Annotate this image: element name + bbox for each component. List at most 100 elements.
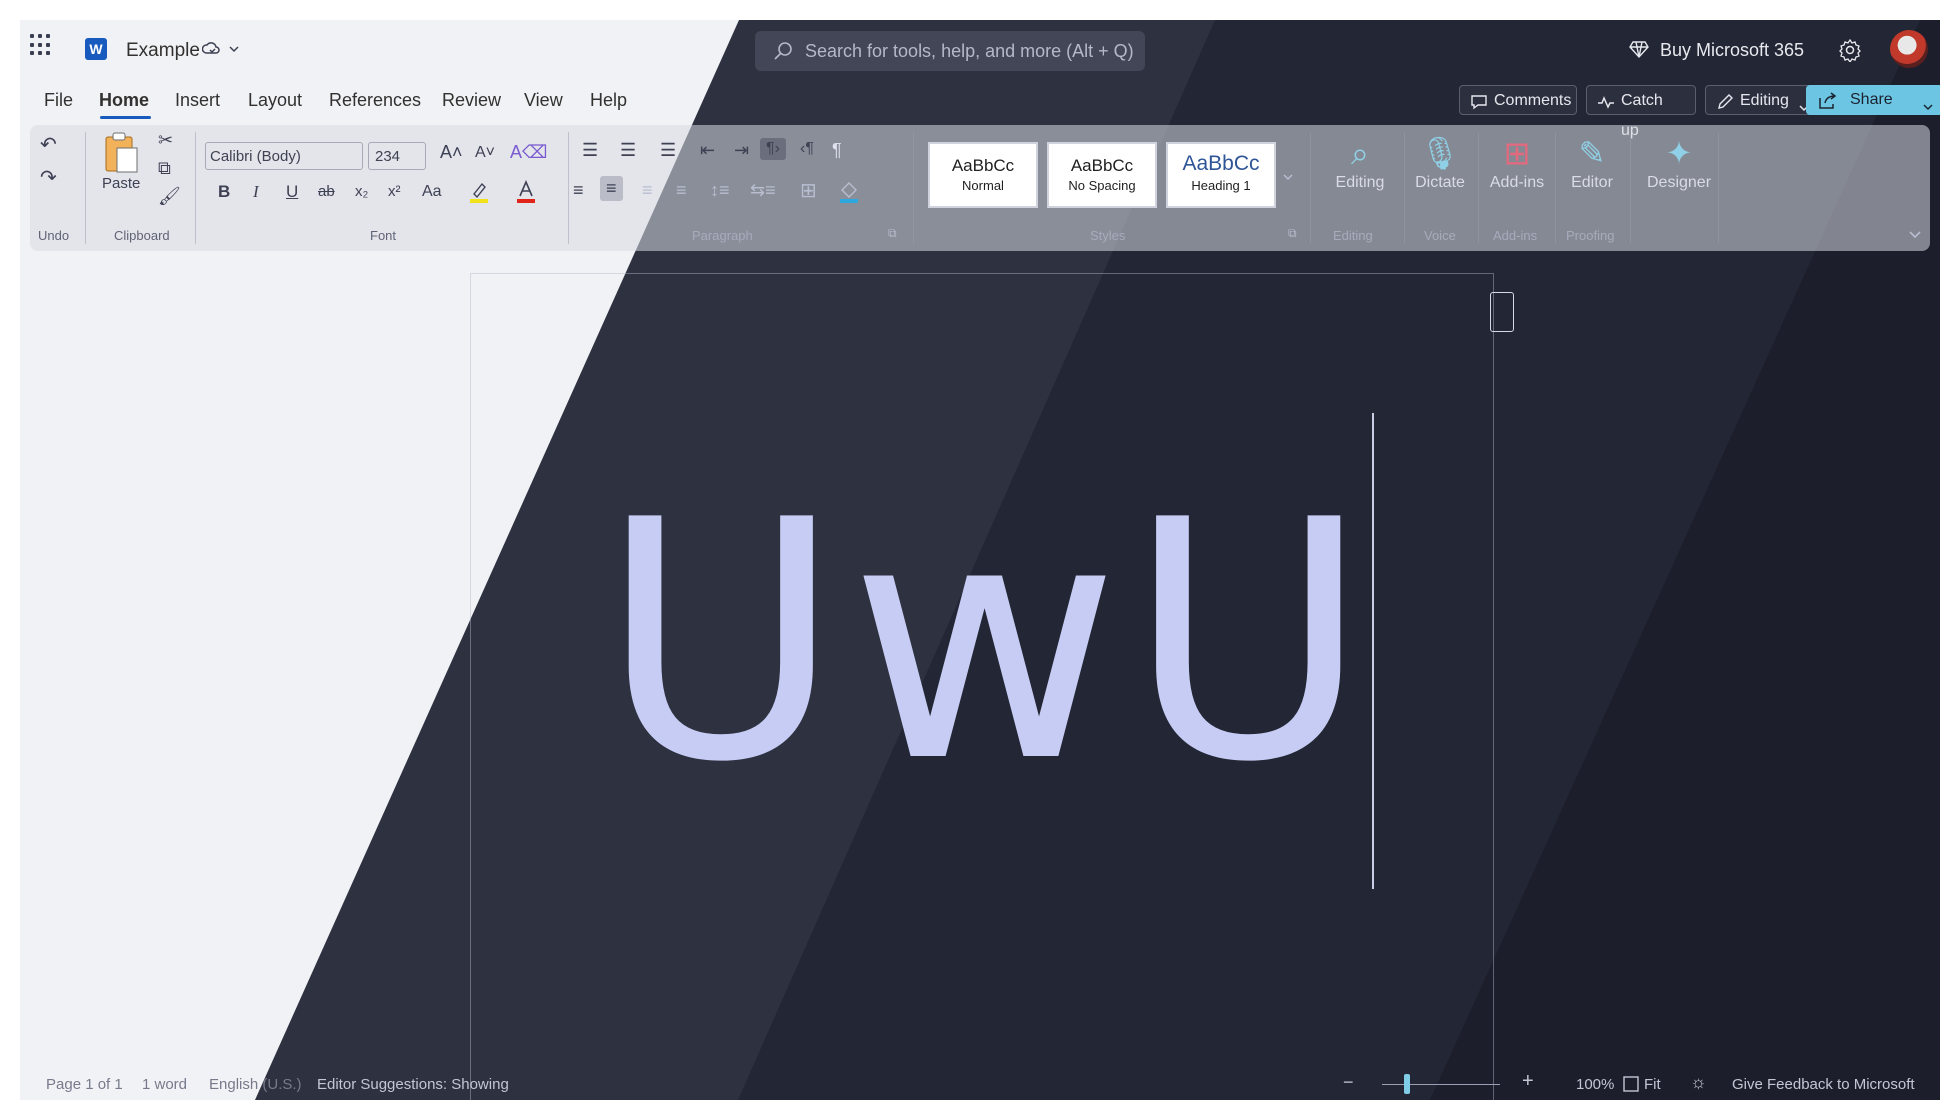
dictate-button[interactable]: 🎙 Dictate <box>1400 132 1480 192</box>
format-painter-icon[interactable]: 🖌 <box>158 186 181 207</box>
language-status[interactable]: English (U.S.) <box>209 1076 302 1093</box>
paragraph-spacing-icon[interactable]: ⇆≡ <box>750 180 776 201</box>
tab-references[interactable]: References <box>329 90 421 111</box>
font-group-label: Font <box>370 228 397 243</box>
editing-button[interactable]: ⌕ Editing <box>1320 132 1400 192</box>
styles-dialog-launcher-icon[interactable]: ⧉ <box>1288 226 1297 241</box>
copy-icon[interactable]: ⧉ <box>158 158 171 179</box>
font-color-icon[interactable] <box>515 179 537 209</box>
undo-group-label: Undo <box>38 228 70 243</box>
paste-label[interactable]: Paste <box>102 175 140 192</box>
page-side-tab[interactable] <box>1490 292 1514 332</box>
tab-layout[interactable]: Layout <box>248 90 302 111</box>
user-avatar[interactable] <box>1890 30 1928 68</box>
tab-review[interactable]: Review <box>442 90 501 111</box>
style-heading-1[interactable]: AaBbCc Heading 1 <box>1166 142 1276 208</box>
ltr-icon[interactable]: ¶› <box>760 138 786 160</box>
fit-icon[interactable] <box>1622 1075 1640 1098</box>
designer-label: Designer <box>1646 174 1712 191</box>
style-name: Heading 1 <box>1191 178 1251 193</box>
catch-up-button[interactable]: Catch up <box>1586 85 1696 139</box>
editing-mode-button[interactable]: Editing <box>1705 85 1819 115</box>
underline-button[interactable]: U <box>286 182 298 202</box>
shrink-font-icon[interactable]: A˅ <box>475 144 495 162</box>
multilevel-list-icon[interactable]: ☰ <box>660 140 676 161</box>
rtl-icon[interactable]: ‹¶ <box>800 140 814 158</box>
italic-button[interactable]: I <box>253 182 259 202</box>
paste-icon[interactable] <box>103 132 139 179</box>
microphone-icon: 🎙 <box>1419 135 1461 171</box>
fit-button[interactable]: Fit <box>1644 1076 1661 1093</box>
zoom-slider-thumb[interactable] <box>1404 1074 1410 1094</box>
font-size-select[interactable]: 234 <box>368 142 426 170</box>
comment-icon <box>1470 92 1488 122</box>
zoom-slider-track[interactable] <box>1382 1084 1500 1085</box>
search-box[interactable]: Search for tools, help, and more (Alt + … <box>755 31 1145 71</box>
editor-suggestions-status[interactable]: Editor Suggestions: Showing <box>317 1076 509 1093</box>
styles-more-icon[interactable] <box>1282 170 1294 188</box>
line-spacing-icon[interactable]: ↕≡ <box>710 180 730 201</box>
add-ins-button[interactable]: ⊞ Add-ins <box>1477 132 1557 192</box>
document-name[interactable]: Example <box>126 40 200 62</box>
app-launcher-icon[interactable] <box>30 34 52 56</box>
numbering-icon[interactable]: ☰ <box>620 140 636 161</box>
page-count[interactable]: Page 1 of 1 <box>46 1076 123 1093</box>
superscript-button[interactable]: x² <box>388 183 401 200</box>
paragraph-dialog-launcher-icon[interactable]: ⧉ <box>888 226 897 241</box>
buy-microsoft-365-link[interactable]: Buy Microsoft 365 <box>1660 40 1804 61</box>
gear-icon[interactable] <box>1838 38 1862 67</box>
font-name-select[interactable]: Calibri (Body) <box>205 142 363 170</box>
justify-icon[interactable]: ≡ <box>676 180 687 201</box>
divider <box>913 132 914 244</box>
strikethrough-button[interactable]: ab <box>318 183 335 200</box>
brightness-icon[interactable]: ☼ <box>1690 1072 1707 1093</box>
search-icon <box>773 41 793 66</box>
chevron-down-icon[interactable] <box>228 42 240 60</box>
tab-view[interactable]: View <box>524 90 563 111</box>
increase-indent-icon[interactable]: ⇥ <box>734 140 749 161</box>
redo-icon[interactable]: ↷ <box>40 165 57 190</box>
comments-button[interactable]: Comments <box>1459 85 1577 115</box>
zoom-out-button[interactable]: − <box>1343 1072 1354 1093</box>
shading-icon[interactable] <box>838 180 860 209</box>
zoom-in-button[interactable]: + <box>1522 1070 1534 1093</box>
word-count[interactable]: 1 word <box>142 1076 187 1093</box>
style-normal[interactable]: AaBbCc Normal <box>928 142 1038 208</box>
share-button[interactable]: Share <box>1806 85 1940 115</box>
saved-status-icon[interactable] <box>201 40 222 65</box>
zoom-level[interactable]: 100% <box>1576 1076 1614 1093</box>
document-text[interactable]: UwU <box>600 450 1377 834</box>
style-name: No Spacing <box>1068 178 1136 193</box>
decrease-indent-icon[interactable]: ⇤ <box>700 140 715 161</box>
subscript-button[interactable]: x₂ <box>355 183 368 200</box>
find-icon: ⌕ <box>1351 135 1369 171</box>
align-left-icon[interactable]: ≡ <box>573 180 584 201</box>
cut-icon[interactable]: ✂ <box>158 130 173 151</box>
bullets-icon[interactable]: ☰ <box>582 140 598 161</box>
tab-help[interactable]: Help <box>590 90 627 111</box>
tab-file[interactable]: File <box>44 90 73 111</box>
undo-icon[interactable]: ↶ <box>40 132 57 157</box>
show-formatting-icon[interactable]: ¶ <box>832 140 842 161</box>
borders-icon[interactable]: ⊞ <box>800 178 817 203</box>
tab-home[interactable]: Home <box>99 90 149 111</box>
grow-font-icon[interactable]: A˄ <box>440 142 463 163</box>
pencil-icon <box>1716 92 1734 122</box>
align-center-icon[interactable]: ≡ <box>600 176 623 201</box>
align-right-icon[interactable]: ≡ <box>642 180 653 201</box>
clear-formatting-icon[interactable]: A⌫ <box>510 142 547 163</box>
editor-button[interactable]: ✎ Editor <box>1552 132 1632 192</box>
feedback-link[interactable]: Give Feedback to Microsoft <box>1732 1076 1915 1093</box>
style-no-spacing[interactable]: AaBbCc No Spacing <box>1047 142 1157 208</box>
collapse-ribbon-icon[interactable] <box>1908 228 1922 246</box>
word-logo-icon: W <box>85 38 107 60</box>
change-case-button[interactable]: Aa <box>422 183 442 201</box>
designer-button[interactable]: ✦ Designer <box>1629 132 1729 192</box>
add-ins-icon: ⊞ <box>1503 135 1531 171</box>
highlight-icon[interactable] <box>468 180 490 209</box>
tab-insert[interactable]: Insert <box>175 90 220 111</box>
editing-mode-label: Editing <box>1740 92 1789 109</box>
word-window: W Example Search for tools, help, and mo… <box>20 20 1940 1100</box>
editing-group-label: Editing <box>1333 228 1373 243</box>
bold-button[interactable]: B <box>218 182 230 202</box>
